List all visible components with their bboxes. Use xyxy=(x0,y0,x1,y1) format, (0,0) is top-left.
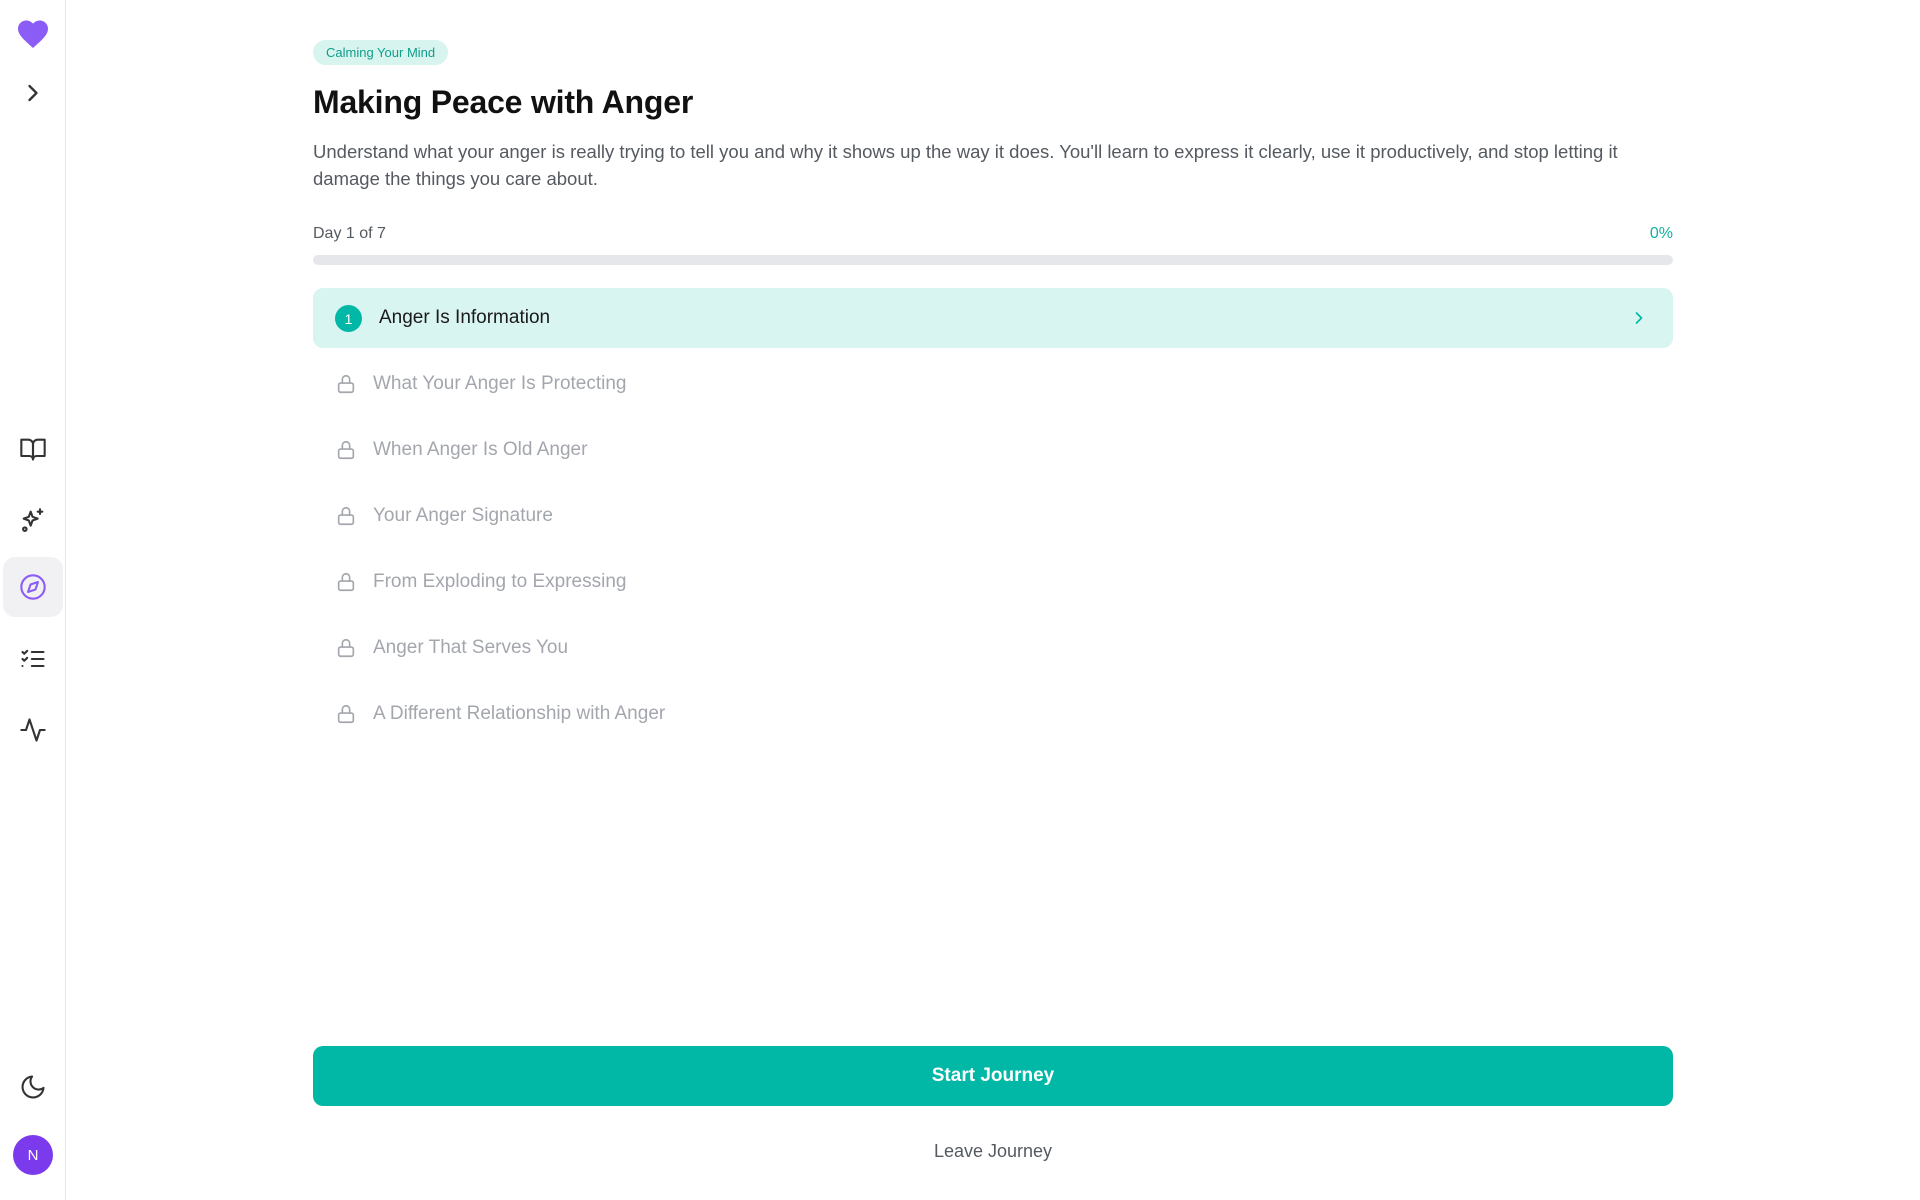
progress-label: Day 1 of 7 xyxy=(313,225,386,242)
day-title: Anger Is Information xyxy=(379,307,551,328)
day-item-locked: What Your Anger Is Protecting xyxy=(313,354,1673,414)
lock-icon xyxy=(337,506,355,526)
sidebar-item-activity[interactable] xyxy=(3,700,63,760)
day-item-locked: A Different Relationship with Anger xyxy=(313,684,1673,744)
journey-description: Understand what your anger is really try… xyxy=(313,141,1618,189)
day-list: 1 Anger Is Information What Your Anger I… xyxy=(313,288,1673,750)
progress-percent: 0% xyxy=(1649,225,1673,242)
day-item-locked: Anger That Serves You xyxy=(313,618,1673,678)
heart-icon[interactable] xyxy=(14,16,52,52)
chevron-right-icon xyxy=(28,84,38,102)
day-item-locked: Your Anger Signature xyxy=(313,486,1673,546)
page-title: Making Peace with Anger xyxy=(313,84,694,120)
start-journey-button[interactable]: Start Journey xyxy=(313,1046,1673,1106)
day-item-locked: When Anger Is Old Anger xyxy=(313,420,1673,480)
sidebar-item-library[interactable] xyxy=(3,419,63,479)
day-title: A Different Relationship with Anger xyxy=(373,703,666,724)
progress-bar xyxy=(313,255,1673,265)
book-open-icon xyxy=(20,438,46,461)
app-root: N Calming Your Mind Making Peace with An… xyxy=(0,0,1920,1200)
day-title: What Your Anger Is Protecting xyxy=(373,373,627,394)
theme-toggle-button[interactable] xyxy=(3,1057,63,1117)
day-number-badge: 1 xyxy=(335,305,362,332)
sidebar-item-insights[interactable] xyxy=(3,491,63,551)
avatar[interactable]: N xyxy=(13,1135,53,1175)
activity-icon xyxy=(20,718,46,742)
day-title: When Anger Is Old Anger xyxy=(373,439,588,460)
lock-icon xyxy=(337,440,355,460)
sidebar-expand-button[interactable] xyxy=(3,63,63,123)
lock-icon xyxy=(337,572,355,592)
lock-icon xyxy=(337,374,355,394)
sidebar: N xyxy=(0,0,66,1200)
day-title: Your Anger Signature xyxy=(373,505,553,526)
lock-icon xyxy=(337,638,355,658)
journey-detail: Calming Your Mind Making Peace with Ange… xyxy=(313,0,1673,1200)
category-badge: Calming Your Mind xyxy=(313,40,449,65)
sparkles-icon xyxy=(22,508,44,532)
sidebar-item-tasks[interactable] xyxy=(3,629,63,689)
lock-icon xyxy=(337,704,355,724)
leave-journey-button[interactable]: Leave Journey xyxy=(893,1136,1093,1166)
day-item-locked: From Exploding to Expressing xyxy=(313,552,1673,612)
day-title: From Exploding to Expressing xyxy=(373,571,627,592)
moon-icon xyxy=(21,1075,45,1099)
day-title: Anger That Serves You xyxy=(373,637,569,658)
chevron-right-icon xyxy=(1635,312,1643,324)
day-item-current[interactable]: 1 Anger Is Information xyxy=(313,288,1673,348)
sidebar-item-journeys[interactable] xyxy=(3,557,63,617)
list-checks-icon xyxy=(21,649,45,668)
compass-icon xyxy=(20,574,46,600)
